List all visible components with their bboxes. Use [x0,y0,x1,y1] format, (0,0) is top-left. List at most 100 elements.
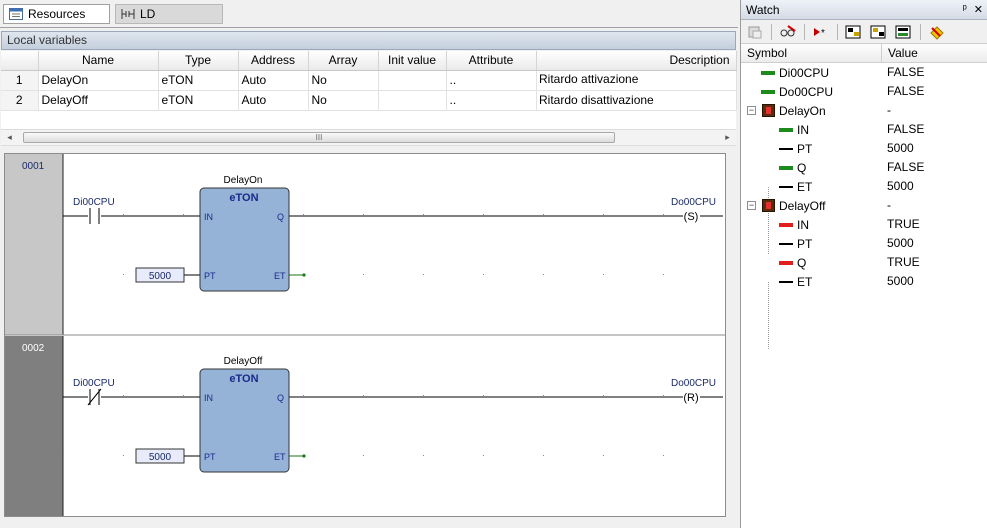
scrollbar-thumb[interactable]: III [23,132,615,143]
pin-icon[interactable]: ᵖ [963,3,967,16]
watch-item-delayon-q[interactable]: Q FALSE [741,158,987,177]
horizontal-scrollbar[interactable]: ◂ III ▸ [1,129,736,146]
pin-et: ET [274,271,286,281]
cell-address[interactable]: Auto [238,90,309,111]
column-header-type[interactable]: Type [158,51,239,71]
cell-description[interactable]: Ritardo disattivazione [539,93,654,107]
cell-description[interactable]: Ritardo attivazione [539,72,638,86]
int-indicator-icon [779,147,793,150]
watch-save-icon[interactable] [868,22,890,42]
cell-attribute[interactable]: .. [446,90,537,111]
watch-value: TRUE [887,255,920,269]
watch-settings-icon[interactable] [744,22,766,42]
coil-symbol: (R) [683,392,698,404]
editor-tab-strip: Resources LD [0,0,738,28]
collapse-icon[interactable]: − [747,106,756,115]
column-header-name[interactable]: Name [38,51,159,71]
tab-ld-label: LD [140,7,156,21]
cell-type[interactable]: eTON [158,90,239,111]
watch-item-delayoff-in[interactable]: IN TRUE [741,215,987,234]
watch-value: 5000 [887,179,914,193]
cell-attribute[interactable]: .. [446,70,537,91]
bool-indicator-icon [779,222,793,227]
watch-title: Watch [746,2,780,17]
scroll-right-icon[interactable]: ▸ [719,130,736,145]
watch-item-delayon-pt[interactable]: PT 5000 [741,139,987,158]
watch-add-icon[interactable]: * [810,22,832,42]
coil-reset[interactable]: Do00CPU (R) [671,378,716,404]
contact-no[interactable]: Di00CPU [73,197,115,224]
column-header-value[interactable]: Value [882,44,918,62]
watch-value: - [887,198,891,212]
cell-init-value[interactable] [378,70,447,91]
watch-item-delayoff[interactable]: − DelayOff - [741,196,987,215]
block-instance-name: DelayOn [224,175,263,186]
contact-label: Di00CPU [73,378,115,389]
watch-item-delayon-in[interactable]: IN FALSE [741,120,987,139]
cell-init-value[interactable] [378,90,447,111]
function-block[interactable]: DelayOff eTON IN Q PT ET [199,356,290,473]
watch-clear-icon[interactable] [926,22,948,42]
collapse-icon[interactable]: − [747,201,756,210]
pt-constant[interactable]: 5000 [135,448,185,464]
rung-0002[interactable]: 0002 Di00CPU DelayOff eTON IN Q PT ET 50… [5,336,723,516]
watch-symbol: DelayOn [779,103,826,118]
watch-item-delayoff-q[interactable]: Q TRUE [741,253,987,272]
coil-set[interactable]: Do00CPU (S) [671,197,716,223]
contact-label: Di00CPU [73,197,115,208]
watch-symbol: PT [797,141,813,156]
function-block[interactable]: DelayOn eTON IN Q PT ET [199,175,290,292]
scroll-left-icon[interactable]: ◂ [1,130,18,145]
tab-resources[interactable]: Resources [3,4,110,24]
cell-array[interactable]: No [308,90,379,111]
watch-value: FALSE [887,65,925,79]
watch-remove-icon[interactable] [777,22,799,42]
column-header-array[interactable]: Array [308,51,379,71]
rung-number: 0001 [22,161,45,172]
watch-item-di00cpu[interactable]: Di00CPU FALSE [741,63,987,82]
close-icon[interactable]: ✕ [974,3,983,16]
cell-array[interactable]: No [308,70,379,91]
rung-number-area [5,154,63,335]
contact-nc[interactable]: Di00CPU [73,378,115,406]
watch-symbol: Di00CPU [779,65,830,80]
ladder-canvas: 0001 Di00CPU DelayOn eTON IN Q PT ET 500… [5,154,725,516]
rung-number: 0002 [22,343,45,354]
bool-indicator-icon [779,165,793,170]
cell-name[interactable]: DelayOff [38,90,159,111]
grid-dots [63,214,664,275]
watch-item-delayoff-et[interactable]: ET 5000 [741,272,987,291]
tab-ld[interactable]: LD [115,4,223,24]
watch-value: 5000 [887,236,914,250]
watch-title-bar: Watch ᵖ ✕ [741,0,987,20]
pin-in: IN [204,393,213,403]
rung-0001[interactable]: 0001 Di00CPU DelayOn eTON IN Q PT ET 500… [5,154,723,335]
watch-item-delayon-et[interactable]: ET 5000 [741,177,987,196]
column-header-address[interactable]: Address [238,51,309,71]
cell-address[interactable]: Auto [238,70,309,91]
coil-label: Do00CPU [671,197,716,208]
toolbar-separator [837,23,838,40]
coil-label: Do00CPU [671,378,716,389]
cell-type[interactable]: eTON [158,70,239,91]
pt-constant[interactable]: 5000 [135,267,185,283]
watch-export-icon[interactable] [893,22,915,42]
watch-load-icon[interactable] [843,22,865,42]
column-header-init-value[interactable]: Init value [378,51,447,71]
pin-pt: PT [204,452,216,462]
column-header-attribute[interactable]: Attribute [446,51,537,71]
column-header-symbol[interactable]: Symbol [741,44,882,62]
cell-name[interactable]: DelayOn [38,70,159,91]
watch-symbol: DelayOff [779,198,826,213]
column-header-description[interactable]: Description [536,51,737,71]
tab-resources-label: Resources [28,7,86,21]
toolbar-separator [771,23,772,40]
toolbar-separator [920,23,921,40]
watch-item-delayon[interactable]: − DelayOn - [741,101,987,120]
function-block-icon [762,104,775,117]
pin-in: IN [204,212,213,222]
watch-item-do00cpu[interactable]: Do00CPU FALSE [741,82,987,101]
watch-item-delayoff-pt[interactable]: PT 5000 [741,234,987,253]
tree-line [768,282,769,349]
function-block-icon [762,199,775,212]
